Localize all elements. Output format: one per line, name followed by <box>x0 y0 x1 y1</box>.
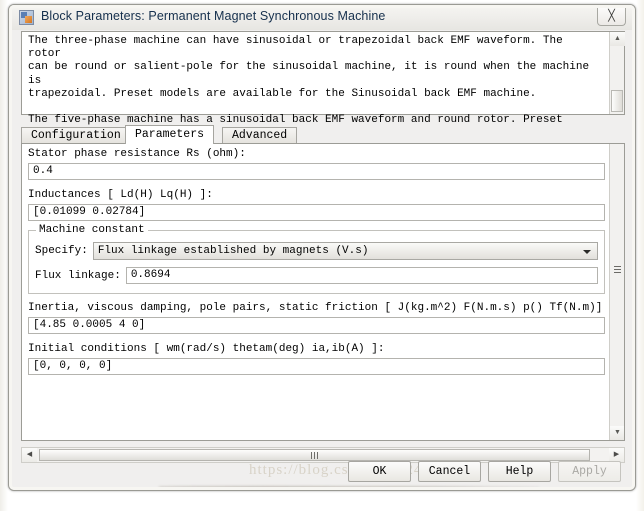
horizontal-scroll-thumb[interactable] <box>39 449 590 461</box>
specify-dropdown[interactable]: Flux linkage established by magnets (V.s… <box>92 242 598 260</box>
watermark-smudge <box>159 483 539 490</box>
window-title: Block Parameters: Permanent Magnet Synch… <box>41 9 386 23</box>
page-edge-right <box>636 0 644 511</box>
flux-linkage-row: Flux linkage: 0.8694 <box>35 267 598 284</box>
flux-linkage-label: Flux linkage: <box>35 269 121 282</box>
flux-linkage-input[interactable]: 0.8694 <box>125 267 598 284</box>
apply-button[interactable]: Apply <box>558 461 621 482</box>
cancel-button[interactable]: Cancel <box>418 461 481 482</box>
description-scrollbar[interactable]: ▲ <box>609 32 625 114</box>
parameters-scrollbar[interactable]: ▼ <box>609 144 624 440</box>
initial-conditions-label: Initial conditions [ wm(rad/s) thetam(de… <box>28 343 385 355</box>
title-bar: Block Parameters: Permanent Magnet Synch… <box>9 5 635 30</box>
dialog-button-bar: OK Cancel Help Apply <box>348 461 621 482</box>
page-edge-left <box>0 0 8 511</box>
ok-button[interactable]: OK <box>348 461 411 482</box>
block-icon <box>19 10 34 25</box>
stator-resistance-input[interactable]: 0.4 <box>28 163 605 180</box>
specify-row: Specify: Flux linkage established by mag… <box>35 242 598 260</box>
machine-constant-group: Machine constant Specify: Flux linkage e… <box>28 224 605 294</box>
tab-advanced[interactable]: Advanced <box>222 127 298 144</box>
parameters-panel: Stator phase resistance Rs (ohm): 0.4 In… <box>21 143 625 441</box>
tab-configuration[interactable]: Configuration <box>21 127 131 144</box>
inertia-input[interactable]: [4.85 0.0005 4 0] <box>28 317 605 334</box>
machine-constant-legend: Machine constant <box>36 224 148 236</box>
specify-label: Specify: <box>35 245 88 257</box>
scroll-up-icon[interactable]: ▲ <box>610 32 625 46</box>
scroll-down-icon[interactable]: ▼ <box>610 426 624 440</box>
inductances-label: Inductances [ Ld(H) Lq(H) ]: <box>28 189 213 201</box>
help-button[interactable]: Help <box>488 461 551 482</box>
tab-parameters[interactable]: Parameters <box>125 125 215 144</box>
inductances-input[interactable]: [0.01099 0.02784] <box>28 204 605 221</box>
scroll-grip-icon <box>614 266 621 273</box>
description-scroll-thumb[interactable] <box>611 90 623 112</box>
parameters-content: Stator phase resistance Rs (ohm): 0.4 In… <box>22 144 611 440</box>
close-icon[interactable]: ╳ <box>597 8 626 26</box>
initial-conditions-input[interactable]: [0, 0, 0, 0] <box>28 358 605 375</box>
scroll-thumb-grip-icon <box>310 452 319 459</box>
scroll-left-icon[interactable]: ◀ <box>22 448 37 462</box>
description-panel: The three-phase machine can have sinusoi… <box>21 31 625 153</box>
block-parameters-dialog: Block Parameters: Permanent Magnet Synch… <box>8 4 636 491</box>
stator-resistance-label: Stator phase resistance Rs (ohm): <box>28 148 246 160</box>
tab-strip: Configuration Parameters Advanced <box>21 125 625 144</box>
inertia-label: Inertia, viscous damping, pole pairs, st… <box>28 302 603 314</box>
chevron-down-icon <box>583 250 591 254</box>
scroll-right-icon[interactable]: ▶ <box>609 448 624 462</box>
